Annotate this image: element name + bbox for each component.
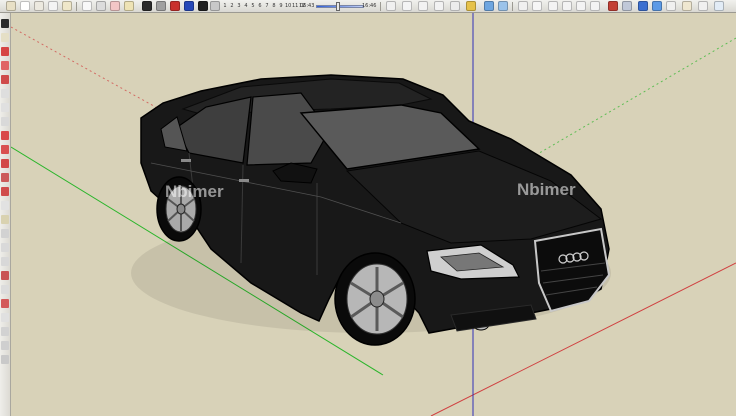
select-arrow-icon[interactable] <box>1 19 9 28</box>
paste-icon[interactable] <box>62 1 72 11</box>
top-view-icon[interactable] <box>532 1 542 11</box>
modeling-viewport[interactable]: Nbimer Nbimer <box>11 13 736 416</box>
house-icon[interactable] <box>682 1 692 11</box>
3d-text-icon[interactable] <box>1 285 9 294</box>
sketchup-window: 1 2 3 4 5 6 7 8 9 10 11 12 06:43 16:46 N… <box>0 0 736 416</box>
offset-tool-icon[interactable] <box>1 201 9 210</box>
hidden-line-icon[interactable] <box>652 1 662 11</box>
model-info-icon[interactable] <box>466 1 476 11</box>
front-view-icon[interactable] <box>548 1 558 11</box>
watermark-text-right: Nbimer <box>517 180 576 199</box>
door-handle <box>239 179 249 182</box>
share-model-icon[interactable] <box>714 1 724 11</box>
styles-icon[interactable] <box>156 1 166 11</box>
zoom-window-icon[interactable] <box>1 341 9 350</box>
line-tool-icon[interactable] <box>6 1 16 11</box>
tape-measure-icon[interactable] <box>1 215 9 224</box>
move-tool-icon[interactable] <box>1 145 9 154</box>
scene-tab[interactable]: 5 <box>250 1 256 12</box>
top-toolbar: 1 2 3 4 5 6 7 8 9 10 11 12 06:43 16:46 <box>0 0 736 13</box>
scene-tab[interactable]: 8 <box>271 1 277 12</box>
rotate-tool-icon[interactable] <box>1 159 9 168</box>
copy-icon[interactable] <box>48 1 58 11</box>
shadow-time-slider[interactable] <box>316 5 364 8</box>
cut-icon[interactable] <box>34 1 44 11</box>
left-view-icon[interactable] <box>590 1 600 11</box>
front-wheel[interactable] <box>334 252 416 346</box>
right-view-icon[interactable] <box>562 1 572 11</box>
pan-icon[interactable] <box>1 313 9 322</box>
scene-tabs: 1 2 3 4 5 6 7 8 9 10 11 12 <box>222 1 305 12</box>
fog-toggle-icon[interactable] <box>210 1 220 11</box>
eraser-icon[interactable] <box>1 47 9 56</box>
protractor-icon[interactable] <box>1 243 9 252</box>
scene-tab[interactable]: 3 <box>236 1 242 12</box>
pencil-icon[interactable] <box>386 1 396 11</box>
pencil-icon[interactable] <box>1 61 9 70</box>
axes-tool-icon[interactable] <box>1 271 9 280</box>
shadows-toggle-icon[interactable] <box>198 1 208 11</box>
toolbar-separator <box>76 2 77 11</box>
back-edges-icon[interactable] <box>666 1 676 11</box>
scene-tab[interactable]: 2 <box>229 1 235 12</box>
zoom-icon[interactable] <box>1 327 9 336</box>
scene-tab[interactable]: 1 <box>222 1 228 12</box>
scene-tab[interactable]: 6 <box>257 1 263 12</box>
iso-view-icon[interactable] <box>518 1 528 11</box>
scene-tab[interactable]: 10 <box>285 1 291 12</box>
select-tool-icon[interactable] <box>82 1 92 11</box>
walk-icon[interactable] <box>1 355 9 364</box>
orbit-icon[interactable] <box>1 299 9 308</box>
scene-tab[interactable]: 11 <box>292 1 298 12</box>
watermark-text-left: Nbimer <box>165 182 224 201</box>
rectangle-tool-icon[interactable] <box>1 89 9 98</box>
scene-canvas[interactable]: Nbimer Nbimer <box>11 13 736 416</box>
car-model[interactable] <box>131 74 611 346</box>
paint-bucket-icon[interactable] <box>184 1 194 11</box>
wireframe-mode-icon[interactable] <box>498 1 508 11</box>
shadow-time-start: 06:43 <box>300 3 315 9</box>
push-pull-icon[interactable] <box>1 131 9 140</box>
layers-icon[interactable] <box>170 1 180 11</box>
back-view-icon[interactable] <box>576 1 586 11</box>
follow-me-icon[interactable] <box>1 173 9 182</box>
dimension-tool-icon[interactable] <box>1 229 9 238</box>
circle-tool-icon[interactable] <box>1 103 9 112</box>
eraser-icon[interactable] <box>110 1 120 11</box>
tape-measure-icon[interactable] <box>124 1 134 11</box>
toolbar-separator <box>512 2 513 11</box>
make-component-icon[interactable] <box>1 33 9 42</box>
make-component-icon[interactable] <box>96 1 106 11</box>
freehand-tool-icon[interactable] <box>20 1 30 11</box>
toolbar-separator <box>380 2 381 11</box>
monochrome-mode-icon[interactable] <box>638 1 648 11</box>
previous-view-icon[interactable] <box>418 1 428 11</box>
component-icon[interactable] <box>142 1 152 11</box>
shaded-mode-icon[interactable] <box>622 1 632 11</box>
scene-tab[interactable]: 4 <box>243 1 249 12</box>
zoom-extents-icon[interactable] <box>402 1 412 11</box>
next-view-icon[interactable] <box>434 1 444 11</box>
scene-tab[interactable]: 7 <box>264 1 270 12</box>
textured-mode-icon[interactable] <box>608 1 618 11</box>
get-models-icon[interactable] <box>698 1 708 11</box>
shadow-time-end: 16:46 <box>362 3 377 9</box>
print-icon[interactable] <box>450 1 460 11</box>
left-toolbar <box>0 13 11 416</box>
shadow-time-slider-thumb[interactable] <box>335 2 340 11</box>
scene-tab[interactable]: 9 <box>278 1 284 12</box>
polygon-tool-icon[interactable] <box>1 117 9 126</box>
scale-tool-icon[interactable] <box>1 187 9 196</box>
text-tool-icon[interactable] <box>1 257 9 266</box>
arc-tool-icon[interactable] <box>1 75 9 84</box>
door-handle <box>181 159 191 162</box>
xray-mode-icon[interactable] <box>484 1 494 11</box>
